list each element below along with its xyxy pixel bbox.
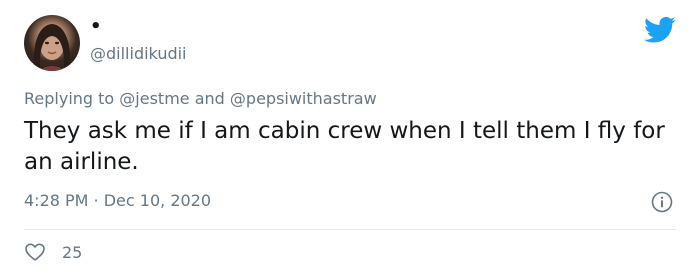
tweet-time: 4:28 PM (24, 191, 89, 210)
replying-to-prefix: Replying to (24, 89, 120, 108)
mention-link[interactable]: @pepsiwithastraw (230, 89, 377, 108)
heart-icon (25, 243, 45, 261)
user-handle[interactable]: @dillidikudii (90, 44, 187, 64)
meta-separator: · (88, 191, 104, 210)
avatar[interactable] (24, 15, 80, 71)
avatar-image (33, 24, 71, 71)
tweet-card: • @dillidikudii Replying to @jestme and … (0, 0, 700, 280)
replying-to-joiner: and (189, 89, 230, 108)
like-button[interactable]: 25 (24, 240, 82, 264)
twitter-bird-icon[interactable] (644, 16, 676, 44)
like-count: 25 (62, 242, 83, 262)
display-name[interactable]: • (90, 16, 102, 38)
tweet-timestamp[interactable]: 4:28 PM · Dec 10, 2020 (24, 190, 211, 212)
tweet-text: They ask me if I am cabin crew when I te… (24, 118, 665, 175)
divider (24, 229, 676, 230)
info-icon[interactable] (651, 191, 673, 213)
replying-to: Replying to @jestme and @pepsiwithastraw (24, 88, 377, 110)
tweet-date: Dec 10, 2020 (103, 191, 212, 210)
mention-link[interactable]: @jestme (119, 89, 189, 108)
